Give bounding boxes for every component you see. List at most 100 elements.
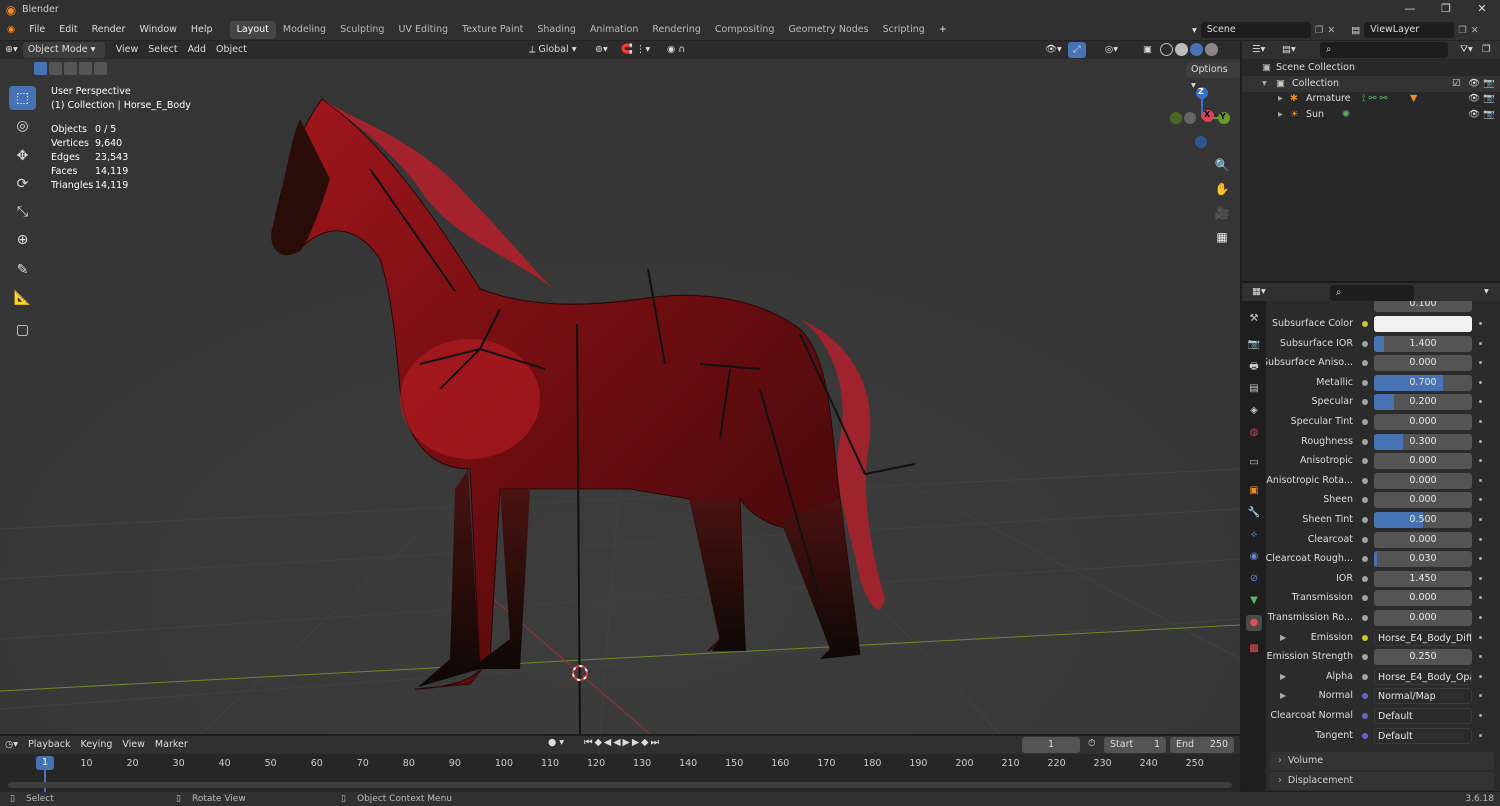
socket-icon[interactable]	[1362, 673, 1368, 680]
socket-icon[interactable]	[1362, 517, 1368, 523]
checkbox-icon[interactable]: ☑	[1452, 76, 1461, 92]
tab-geometry-nodes[interactable]: Geometry Nodes	[781, 21, 875, 39]
timeline-menu-keying[interactable]: Keying	[75, 737, 117, 753]
rotate-tool-icon[interactable]: ⟳	[9, 172, 36, 196]
editor-type-icon[interactable]: ⊕▾	[0, 42, 23, 58]
top-value-field[interactable]: 0.100	[1374, 301, 1472, 312]
animate-dot-icon[interactable]	[1479, 518, 1482, 521]
transform-orientation-dropdown[interactable]: ⟂ Global ▾	[524, 42, 581, 58]
constraints-tab-icon[interactable]: ⊘	[1246, 571, 1262, 587]
socket-icon[interactable]	[1362, 477, 1368, 484]
xray-toggle-icon[interactable]: ▣	[1138, 42, 1157, 58]
animate-dot-icon[interactable]	[1479, 714, 1482, 717]
socket-icon[interactable]	[1362, 379, 1368, 386]
close-button[interactable]: ✕	[1464, 0, 1500, 19]
prop-value-field[interactable]	[1374, 316, 1472, 332]
prop-value-field[interactable]: 0.000	[1374, 355, 1472, 372]
animate-dot-icon[interactable]	[1479, 635, 1482, 639]
wireframe-shading-icon[interactable]	[1160, 43, 1173, 56]
prop-value-field[interactable]: Default	[1374, 727, 1472, 744]
prop-value-field[interactable]: Horse_E4_Body_Opacity	[1374, 668, 1472, 685]
new-collection-icon[interactable]: ❐	[1482, 44, 1491, 55]
3d-viewport[interactable]: ⬚ ◎ ✥ ⟳ ⤡ ⊕ ✎ 📐 ▢ User Perspective (1) C…	[0, 59, 1240, 734]
add-workspace-icon[interactable]: +	[932, 19, 954, 41]
scale-tool-icon[interactable]: ⤡	[9, 200, 36, 224]
select-subtract-icon[interactable]	[64, 62, 77, 75]
timeline-scrollbar[interactable]	[8, 782, 1232, 788]
tab-uv-editing[interactable]: UV Editing	[391, 21, 455, 39]
rendered-shading-icon[interactable]	[1205, 43, 1218, 56]
visibility-eye-icon[interactable]: 👁	[1468, 91, 1480, 107]
expand-arrow-icon[interactable]: ▶	[1280, 630, 1286, 646]
socket-icon[interactable]	[1362, 654, 1368, 661]
tab-sculpting[interactable]: Sculpting	[333, 21, 391, 39]
zoom-icon[interactable]: 🔍	[1212, 153, 1232, 177]
socket-icon[interactable]	[1362, 360, 1368, 367]
prop-value-field[interactable]: Horse_E4_Body_Diffuse	[1374, 629, 1472, 646]
render-tab-icon[interactable]: 📷	[1246, 337, 1262, 353]
outliner-row-sun[interactable]: ▸ ☀ Sun ✺ 👁 📷	[1242, 107, 1500, 123]
new-view-layer-icon[interactable]: ❐	[1458, 25, 1467, 36]
prop-value-field[interactable]: 0.000	[1374, 414, 1472, 430]
socket-icon[interactable]	[1362, 458, 1368, 465]
properties-search-input[interactable]: ⌕	[1330, 285, 1414, 301]
socket-icon[interactable]	[1362, 340, 1368, 347]
menu-render[interactable]: Render	[85, 19, 133, 41]
animate-dot-icon[interactable]	[1479, 420, 1482, 423]
expand-arrow-icon[interactable]: ▶	[1280, 688, 1286, 704]
socket-icon[interactable]	[1362, 595, 1368, 602]
timeline-menu-playback[interactable]: Playback	[23, 737, 75, 753]
navigation-gizmo[interactable]: Z Y X	[1166, 85, 1232, 151]
keyframe-record-icon[interactable]: ● ▾	[548, 737, 564, 748]
light-data-icon[interactable]: ✺	[1342, 107, 1350, 123]
render-camera-icon[interactable]: 📷	[1483, 107, 1495, 123]
prop-value-field[interactable]: 0.250	[1374, 649, 1472, 666]
prev-keyframe-icon[interactable]: ◆◀	[595, 737, 614, 748]
socket-icon[interactable]	[1362, 556, 1368, 563]
animate-dot-icon[interactable]	[1479, 478, 1482, 482]
socket-icon[interactable]	[1362, 536, 1368, 543]
tab-modeling[interactable]: Modeling	[276, 21, 333, 39]
material-shading-icon[interactable]	[1190, 43, 1203, 56]
viewport-menu-add[interactable]: Add	[183, 42, 211, 58]
view-layer-tab-icon[interactable]: ▤	[1246, 381, 1262, 397]
next-keyframe-icon[interactable]: ▶◆	[632, 737, 651, 748]
collection-tab-icon[interactable]: ▭	[1246, 455, 1262, 471]
render-camera-icon[interactable]: 📷	[1483, 91, 1495, 107]
timeline-menu-marker[interactable]: Marker	[150, 737, 193, 753]
material-tab-icon[interactable]: ●	[1246, 615, 1262, 631]
prop-value-field[interactable]: 0.000	[1374, 453, 1472, 470]
panel-displacement[interactable]: › Displacement	[1270, 772, 1494, 790]
animate-dot-icon[interactable]	[1479, 380, 1482, 384]
expand-arrow-icon[interactable]: ▸	[1278, 91, 1283, 107]
animate-dot-icon[interactable]	[1479, 557, 1482, 561]
snap-icon[interactable]: 🧲 ⋮▾	[616, 42, 655, 58]
animate-dot-icon[interactable]	[1479, 694, 1482, 698]
animate-dot-icon[interactable]	[1479, 596, 1482, 600]
scene-icon[interactable]: ▾	[1192, 25, 1197, 36]
prop-value-field[interactable]: 0.200	[1374, 394, 1472, 411]
start-frame-field[interactable]: Start 1	[1104, 737, 1166, 753]
socket-icon[interactable]	[1362, 575, 1368, 582]
prop-value-field[interactable]: 0.030	[1374, 551, 1472, 568]
modifier-tab-icon[interactable]: 🔧	[1246, 505, 1262, 521]
tab-scripting[interactable]: Scripting	[876, 21, 932, 39]
visibility-eye-icon[interactable]: 👁	[1468, 76, 1480, 92]
ortho-grid-icon[interactable]: ▦	[1212, 225, 1232, 249]
solid-shading-icon[interactable]	[1175, 43, 1188, 56]
add-cube-tool-icon[interactable]: ▢	[9, 318, 36, 342]
view-layer-icon[interactable]: ▤	[1351, 25, 1360, 36]
animate-dot-icon[interactable]	[1479, 498, 1482, 502]
play-reverse-icon[interactable]: ◀	[613, 737, 622, 748]
outliner-editor-type-icon[interactable]: ☰▾	[1252, 44, 1265, 55]
prop-value-field[interactable]: 0.500	[1374, 512, 1472, 528]
visibility-icon[interactable]: 👁▾	[1040, 42, 1067, 58]
annotate-tool-icon[interactable]: ✎	[9, 258, 36, 282]
animate-dot-icon[interactable]	[1479, 459, 1482, 463]
outliner-search-input[interactable]: ⌕	[1320, 42, 1448, 58]
select-new-icon[interactable]	[34, 62, 47, 75]
select-box-tool-icon[interactable]: ⬚	[9, 86, 36, 110]
view-layer-field[interactable]: ViewLayer	[1364, 22, 1455, 38]
outliner-row-armature[interactable]: ▸ ✱ Armature ⟟ ⚯ ⚯ ▼ 👁 📷	[1242, 91, 1500, 107]
outliner-row-collection[interactable]: ▾ ▣ Collection ☑ 👁 📷	[1242, 76, 1500, 92]
